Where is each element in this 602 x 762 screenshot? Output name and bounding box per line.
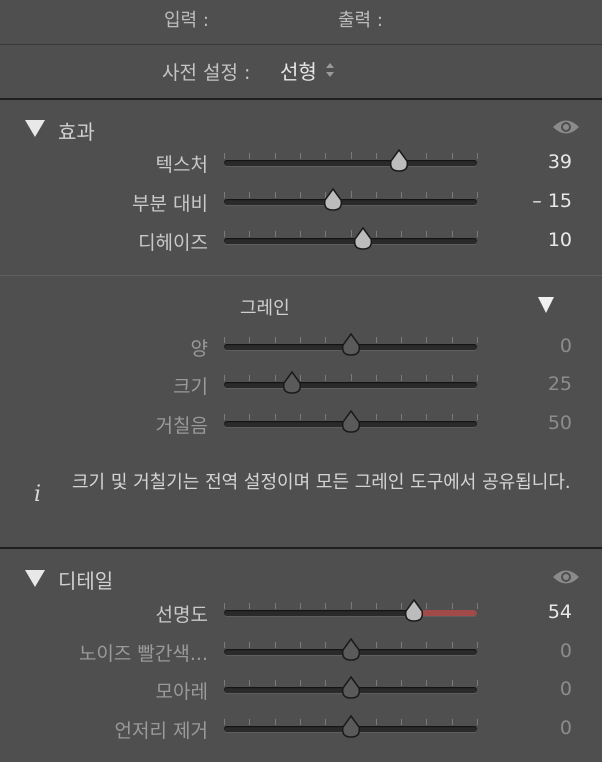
detail-title: 디테일: [58, 569, 114, 593]
slider-thumb[interactable]: [281, 370, 303, 395]
slider-label: 선명도: [155, 604, 208, 626]
slider-value[interactable]: 39: [548, 151, 572, 173]
slider-track[interactable]: [224, 238, 477, 244]
slider-label: 텍스처: [155, 154, 208, 176]
slider-label: 부분 대비: [132, 193, 208, 215]
divider: [0, 275, 602, 276]
slider-label: 크기: [173, 376, 208, 398]
slider-value[interactable]: 54: [548, 601, 572, 623]
slider-thumb[interactable]: [340, 637, 362, 662]
divider: [0, 44, 602, 45]
slider-value[interactable]: 0: [560, 717, 572, 739]
slider-track[interactable]: [224, 382, 477, 388]
slider-thumb[interactable]: [352, 226, 374, 251]
slider-thumb[interactable]: [403, 598, 425, 623]
output-label: 출력 :: [338, 10, 383, 31]
slider-thumb[interactable]: [322, 187, 344, 212]
slider-label: 모아레: [155, 681, 208, 703]
preset-dropdown[interactable]: 선형: [280, 56, 335, 84]
effects-title: 효과: [58, 120, 95, 144]
grain-title: 그레인: [240, 298, 290, 319]
grain-info-text: 크기 및 거칠기는 전역 설정이며 모든 그레인 도구에서 공유됩니다.: [72, 472, 571, 493]
slider-value[interactable]: 0: [560, 335, 572, 357]
detail-collapse-triangle-icon[interactable]: [24, 568, 46, 592]
slider-thumb[interactable]: [340, 675, 362, 700]
slider-value[interactable]: 10: [548, 229, 572, 251]
input-label: 입력 :: [164, 10, 209, 31]
slider-track[interactable]: [224, 610, 477, 616]
slider-track[interactable]: [224, 199, 477, 205]
slider-label: 디헤이즈: [138, 232, 208, 254]
slider-value[interactable]: – 15: [532, 190, 572, 212]
grain-collapse-triangle-icon[interactable]: [537, 296, 555, 318]
slider-thumb[interactable]: [340, 409, 362, 434]
slider-label: 언저리 제거: [114, 720, 208, 742]
updown-arrows-icon: [325, 62, 335, 78]
effects-collapse-triangle-icon[interactable]: [24, 118, 46, 142]
preset-value: 선형: [280, 59, 317, 84]
effects-visibility-eye-icon[interactable]: [552, 118, 580, 140]
slider-value[interactable]: 0: [560, 640, 572, 662]
slider-label: 노이즈 빨간색...: [78, 643, 208, 665]
slider-value[interactable]: 25: [548, 373, 572, 395]
slider-label: 양: [190, 338, 208, 360]
divider: [0, 98, 602, 100]
slider-label: 거칠음: [155, 415, 208, 437]
slider-value[interactable]: 50: [548, 412, 572, 434]
divider: [0, 547, 602, 549]
preset-label: 사전 설정 :: [162, 62, 251, 84]
detail-visibility-eye-icon[interactable]: [552, 568, 580, 590]
slider-track[interactable]: [224, 160, 477, 166]
info-icon: i: [34, 482, 42, 507]
slider-value[interactable]: 0: [560, 678, 572, 700]
slider-thumb[interactable]: [340, 714, 362, 739]
slider-thumb[interactable]: [340, 332, 362, 357]
slider-thumb[interactable]: [388, 148, 410, 173]
